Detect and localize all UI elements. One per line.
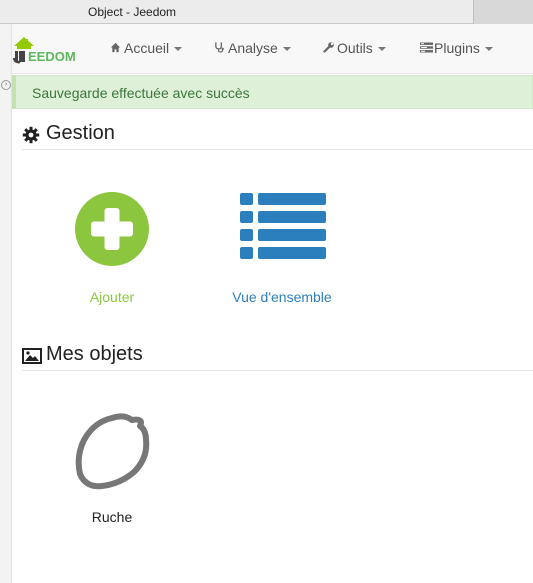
overview-card[interactable]: Vue d'ensemble bbox=[212, 190, 352, 310]
nav-accueil[interactable]: Accueil bbox=[110, 40, 183, 56]
alert-message: Sauvegarde effectuée avec succès bbox=[32, 85, 250, 101]
wrench-icon bbox=[323, 41, 337, 56]
top-navbar: EEDOM Accueil Analyse Outils Plugins bbox=[12, 24, 533, 74]
success-alert: Sauvegarde effectuée avec succès bbox=[12, 75, 533, 109]
home-icon bbox=[110, 42, 124, 56]
chevron-down-icon bbox=[174, 47, 183, 52]
window-title: Object - Jeedom bbox=[88, 5, 177, 19]
stethoscope-icon bbox=[214, 41, 228, 56]
objects-section-header: Mes objets bbox=[22, 343, 533, 371]
chevron-down-icon bbox=[282, 47, 291, 52]
logo-text: EEDOM bbox=[28, 49, 76, 64]
tasks-icon bbox=[420, 42, 434, 56]
plus-circle-icon bbox=[75, 192, 149, 266]
nav-analyse-label: Analyse bbox=[228, 40, 278, 56]
nav-outils-label: Outils bbox=[337, 40, 373, 56]
jeedom-logo[interactable]: EEDOM bbox=[12, 34, 84, 66]
chevron-down-icon bbox=[377, 47, 386, 52]
list-icon bbox=[240, 193, 326, 259]
titlebar-side-area bbox=[473, 0, 533, 24]
lemon-icon bbox=[75, 413, 150, 490]
window-title-bar: Object - Jeedom bbox=[0, 0, 533, 24]
sidebar-toggle-icon[interactable]: › bbox=[1, 80, 11, 90]
nav-outils[interactable]: Outils bbox=[323, 40, 386, 56]
chevron-down-icon bbox=[484, 47, 493, 52]
overview-label: Vue d'ensemble bbox=[232, 289, 332, 305]
nav-accueil-label: Accueil bbox=[124, 40, 170, 56]
object-card-ruche[interactable]: Ruche bbox=[62, 410, 162, 530]
nav-plugins-label: Plugins bbox=[434, 40, 480, 56]
add-object-label: Ajouter bbox=[89, 289, 135, 305]
objects-title: Mes objets bbox=[46, 343, 143, 365]
left-sidebar-strip: › bbox=[0, 24, 12, 583]
nav-plugins[interactable]: Plugins bbox=[420, 40, 493, 56]
add-object-card[interactable]: Ajouter bbox=[62, 190, 162, 310]
gestion-title: Gestion bbox=[46, 122, 115, 144]
gear-icon bbox=[22, 126, 40, 144]
gestion-section-header: Gestion bbox=[22, 122, 533, 150]
object-label-ruche: Ruche bbox=[91, 509, 133, 525]
picture-icon bbox=[22, 348, 42, 364]
nav-analyse[interactable]: Analyse bbox=[214, 40, 291, 56]
